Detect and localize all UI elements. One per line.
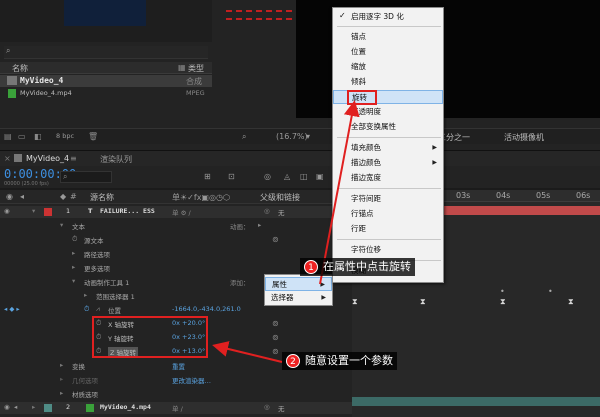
callout-step-1: 1 在属性中点击旋转 <box>300 258 415 276</box>
step-badge: 1 <box>304 260 318 274</box>
arrow-to-z-rotation <box>212 341 283 363</box>
step-badge: 2 <box>286 354 300 368</box>
callout-text: 随意设置一个参数 <box>305 354 393 367</box>
callout-step-2: 2 随意设置一个参数 <box>282 352 397 370</box>
arrow-to-rotation <box>319 100 360 285</box>
callout-text: 在属性中点击旋转 <box>323 260 411 273</box>
